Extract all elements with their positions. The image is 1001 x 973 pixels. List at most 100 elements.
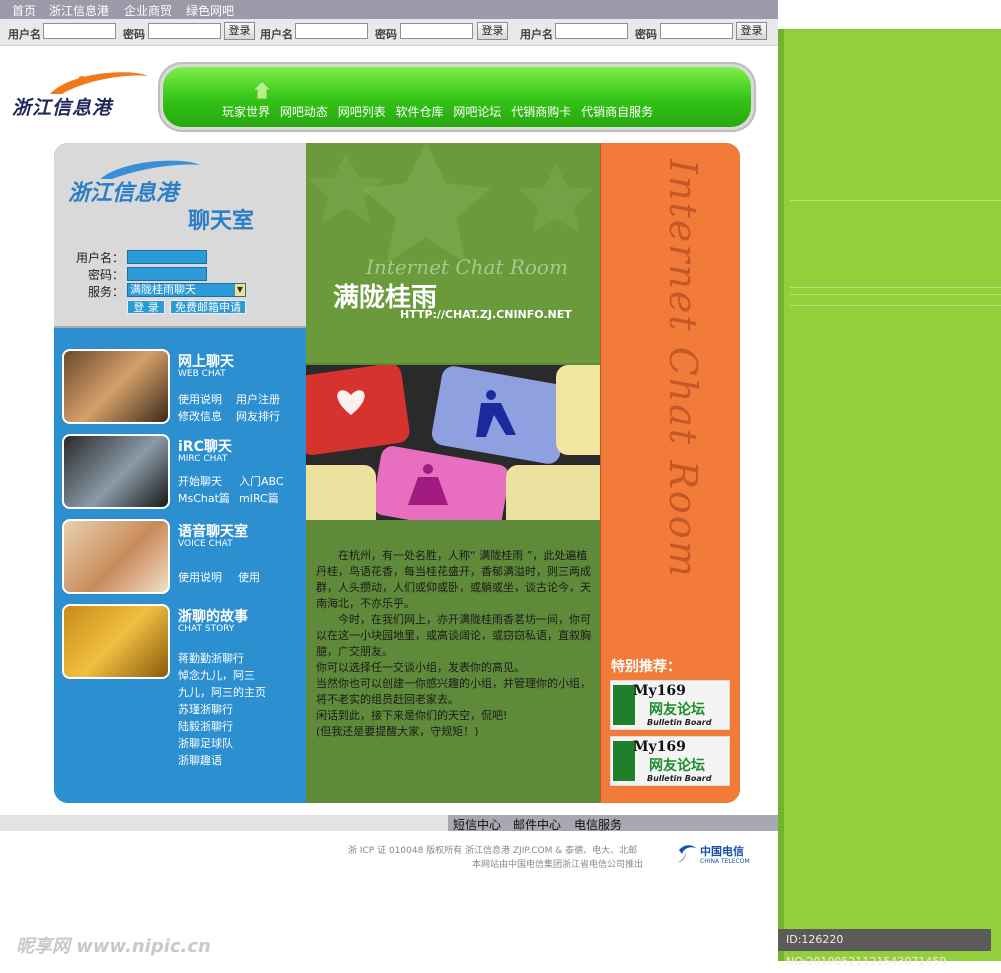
nav-link-agent-self-service[interactable]: 代销商自服务 xyxy=(581,105,653,119)
section-title: 语音聊天室 xyxy=(178,524,248,540)
badge-line3: Bulletin Board xyxy=(647,718,712,727)
footer-links: 短信中心 邮件中心 电信服务 xyxy=(448,815,778,833)
middle-column: Internet Chat Room 满陇桂雨 HTTP://CHAT.ZJ.C… xyxy=(306,143,600,803)
badge-line1: My169 xyxy=(633,739,686,755)
section-title: 网上聊天 xyxy=(178,354,234,370)
link-usage-guide[interactable]: 使用说明 xyxy=(178,569,222,585)
runner-figure-icon xyxy=(613,685,635,725)
nav-link-netbar-news[interactable]: 网吧动态 xyxy=(280,105,328,119)
login-button-3[interactable]: 登录 xyxy=(736,22,767,40)
chat-username-input[interactable] xyxy=(127,250,207,264)
password-input-3[interactable] xyxy=(660,23,733,39)
top-nav-bar: 首页 浙江信息港 企业商贸 绿色网吧 xyxy=(0,0,778,19)
my169-forum-badge[interactable]: My169 网友论坛 Bulletin Board xyxy=(610,736,730,786)
image-id-watermark: ID:126220 NO:20100521121543071459 xyxy=(778,929,991,968)
footer-link-telecom[interactable]: 电信服务 xyxy=(574,816,622,833)
chat-login-area: 浙江信息港 聊天室 用户名： 密码： 服务： 满陇桂雨聊天 ▼ 登 录 免费邮箱… xyxy=(54,143,306,328)
right-green-panel xyxy=(778,29,1001,961)
footer-bar: 短信中心 邮件中心 电信服务 xyxy=(0,815,778,833)
topnav-business[interactable]: 企业商贸 xyxy=(124,2,172,19)
password-label-1: 密码 xyxy=(123,28,145,41)
section-title: 浙聊的故事 xyxy=(178,609,248,625)
my169-forum-badge[interactable]: My169 网友论坛 Bulletin Board xyxy=(610,680,730,730)
story-link[interactable]: 陆毅浙聊行 xyxy=(178,718,233,734)
nav-link-player-world[interactable]: 玩家世界 xyxy=(222,105,270,119)
panel-divider xyxy=(790,287,1001,288)
chat-service-label: 服务： xyxy=(87,285,124,299)
nav-link-software[interactable]: 软件仓库 xyxy=(396,105,444,119)
chat-login-button[interactable]: 登 录 xyxy=(127,300,165,314)
password-label-3: 密码 xyxy=(635,28,657,41)
username-input-2[interactable] xyxy=(295,23,368,39)
link-mschat[interactable]: MsChat篇 xyxy=(178,490,230,506)
chat-username-label: 用户名： xyxy=(75,251,124,265)
link-ranking[interactable]: 网友排行 xyxy=(236,408,280,424)
username-input-1[interactable] xyxy=(43,23,116,39)
link-mirc[interactable]: mIRC篇 xyxy=(239,490,279,506)
footer-link-sms[interactable]: 短信中心 xyxy=(453,816,501,833)
panel-divider xyxy=(790,305,1001,306)
story-link[interactable]: 浙聊趣语 xyxy=(178,752,222,768)
login-button-2[interactable]: 登录 xyxy=(477,22,508,40)
nav-link-forum[interactable]: 网吧论坛 xyxy=(453,105,501,119)
link-intro-abc[interactable]: 入门ABC xyxy=(239,473,284,489)
story-link[interactable]: 苏瑾浙聊行 xyxy=(178,701,233,717)
vertical-script-text: Internet Chat Room xyxy=(661,159,705,579)
link-edit-info[interactable]: 修改信息 xyxy=(178,408,222,424)
chat-story-section: 浙聊的故事 CHAT STORY 蒋勤勤浙聊行 悼念九儿，阿三 九儿，阿三的主页… xyxy=(62,604,302,784)
login-bar: 用户名 密码 登录 用户名 密码 登录 用户名 密码 登录 xyxy=(0,19,778,46)
site-logo-text[interactable]: 浙江信息港 xyxy=(12,93,112,120)
chat-story-photo xyxy=(62,604,170,679)
password-input-2[interactable] xyxy=(400,23,473,39)
nav-link-netbar-list[interactable]: 网吧列表 xyxy=(338,105,386,119)
link-start-chat[interactable]: 开始聊天 xyxy=(178,473,222,489)
username-input-3[interactable] xyxy=(555,23,628,39)
chat-password-label: 密码： xyxy=(87,268,124,282)
story-link[interactable]: 九儿，阿三的主页 xyxy=(178,684,266,700)
keyboard-keys-image xyxy=(306,365,600,520)
username-label-2: 用户名 xyxy=(260,28,293,41)
operator-line: 本网站由中国电信集团浙江省电信公司推出 xyxy=(472,860,644,870)
voice-chat-section: 语音聊天室 VOICE CHAT 使用说明 使用 xyxy=(62,519,302,597)
topnav-zjinfo[interactable]: 浙江信息港 xyxy=(49,2,109,19)
login-button-1[interactable]: 登录 xyxy=(224,22,255,40)
china-telecom-logo-text: 中国电信 xyxy=(700,845,744,858)
section-subtitle: WEB CHAT xyxy=(178,369,226,379)
copyright-line: 浙 ICP 证 010048 版权所有 浙江信息港 ZJIP.COM & 泰德、… xyxy=(348,846,638,856)
home-icon[interactable] xyxy=(252,80,272,100)
badge-line3: Bulletin Board xyxy=(647,774,712,783)
china-telecom-logo-en: CHINA TELECOM xyxy=(700,858,750,865)
badge-line2: 网友论坛 xyxy=(649,702,705,718)
right-orange-column: Internet Chat Room 特别推荐： My169 网友论坛 Bull… xyxy=(600,143,740,803)
star-decoration-icon xyxy=(308,143,594,263)
password-input-1[interactable] xyxy=(148,23,221,39)
link-usage-guide[interactable]: 使用说明 xyxy=(178,391,222,407)
panel-divider xyxy=(790,200,1001,201)
banner-script-text: Internet Chat Room xyxy=(366,255,568,279)
link-register[interactable]: 用户注册 xyxy=(236,391,280,407)
topnav-home[interactable]: 首页 xyxy=(12,2,36,19)
story-link[interactable]: 浙聊足球队 xyxy=(178,735,233,751)
story-link[interactable]: 蒋勤勤浙聊行 xyxy=(178,650,244,666)
chevron-down-icon[interactable]: ▼ xyxy=(235,284,245,296)
irc-chat-section: iRC聊天 MIRC CHAT 开始聊天 入门ABC MsChat篇 mIRC篇 xyxy=(62,434,302,512)
story-link[interactable]: 悼念九儿，阿三 xyxy=(178,667,255,683)
left-column: 浙江信息港 聊天室 用户名： 密码： 服务： 满陇桂雨聊天 ▼ 登 录 免费邮箱… xyxy=(54,143,306,803)
password-label-2: 密码 xyxy=(375,28,397,41)
nav-link-agent-buy-card[interactable]: 代销商购卡 xyxy=(511,105,571,119)
chat-password-input[interactable] xyxy=(127,267,207,281)
badge-line1: My169 xyxy=(633,683,686,699)
free-mail-button[interactable]: 免费邮箱申请 xyxy=(170,300,246,314)
intro-paragraph: 闲话到此，接下来是你们的天空，侃吧! xyxy=(316,709,508,722)
topnav-green-netbar[interactable]: 绿色网吧 xyxy=(186,2,234,19)
chat-service-value: 满陇桂雨聊天 xyxy=(130,283,196,296)
footer-link-mail[interactable]: 邮件中心 xyxy=(513,816,561,833)
intro-paragraph: (但我还是要提醒大家，守规矩！) xyxy=(316,725,479,738)
main-nav-links: 玩家世界 网吧动态 网吧列表 软件仓库 网吧论坛 代销商购卡 代销商自服务 xyxy=(222,103,659,120)
chat-service-select[interactable]: 满陇桂雨聊天 ▼ xyxy=(127,283,246,297)
intro-paragraph: 当然你也可以创建一你感兴趣的小组，并管理你的小组，将不老实的组员赶回老家去。 xyxy=(316,677,591,706)
link-use[interactable]: 使用 xyxy=(238,569,260,585)
banner-url[interactable]: HTTP://CHAT.ZJ.CNINFO.NET xyxy=(400,308,572,321)
panel-divider xyxy=(790,294,1001,295)
main-nav-capsule xyxy=(158,62,756,132)
